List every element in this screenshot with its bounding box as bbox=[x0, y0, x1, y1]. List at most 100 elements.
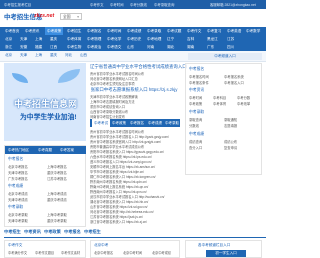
channel-entry-button[interactable]: 中考频道入口 bbox=[188, 52, 262, 60]
nav-item[interactable]: 中考数学 bbox=[246, 27, 260, 35]
nav-item[interactable]: 中考首页 bbox=[5, 27, 19, 35]
nav-item[interactable]: 天津 bbox=[20, 35, 27, 43]
right-link[interactable]: 复查申请 bbox=[224, 145, 237, 150]
left-box-tab[interactable]: 中考真题 bbox=[38, 146, 52, 154]
right-link[interactable]: 成绩公布 bbox=[224, 139, 237, 144]
left-link[interactable]: 天津中考成绩 bbox=[8, 197, 28, 202]
footer-bar-item[interactable]: 中考招生 bbox=[4, 229, 21, 235]
right-link[interactable]: 分数线 bbox=[189, 123, 199, 128]
left-box-tab[interactable]: 中考答案 bbox=[60, 146, 74, 154]
right-link[interactable]: 查分入口 bbox=[189, 145, 202, 150]
nav-item[interactable]: 河南 bbox=[147, 43, 154, 51]
left-link[interactable]: 上海中考录取 bbox=[47, 212, 67, 217]
nav-item[interactable]: 中考报名 bbox=[87, 27, 101, 35]
right-link[interactable]: 录取查询 bbox=[189, 117, 202, 122]
right-link[interactable]: 中考分数 bbox=[237, 95, 250, 100]
nav-item[interactable]: 中考时间 bbox=[107, 27, 121, 35]
left-link[interactable]: 重庆中考报名 bbox=[47, 170, 67, 175]
nav-item[interactable]: 四川 bbox=[227, 43, 234, 51]
right-link[interactable]: 志愿填报 bbox=[224, 123, 237, 128]
grade-one-entry-button[interactable]: 初一学生入口 bbox=[206, 250, 246, 257]
nav-item[interactable]: 湖北 bbox=[167, 43, 174, 51]
nav-item[interactable]: 中考资讯 bbox=[25, 27, 39, 35]
footer-link[interactable]: 中考作文素材 bbox=[61, 250, 80, 255]
nav-item[interactable]: 中考复习 bbox=[207, 27, 221, 35]
footer-bar-item[interactable]: 中考政策 bbox=[44, 229, 61, 235]
sub-nav-item[interactable]: 上海 bbox=[35, 53, 42, 58]
nav-item[interactable]: 上海 bbox=[35, 35, 42, 43]
left-link[interactable]: 江苏中考报名 bbox=[47, 176, 67, 181]
footer-link[interactable]: 中考满分作文 bbox=[8, 250, 27, 255]
tab[interactable]: 中考成绩 bbox=[148, 119, 162, 127]
nav-item[interactable]: 中考物理 bbox=[87, 35, 101, 43]
left-link[interactable]: 北京中考录取 bbox=[8, 212, 28, 217]
footer-link[interactable]: 北京中考成绩 bbox=[152, 250, 171, 255]
sub-nav-item[interactable]: 北京 bbox=[5, 53, 12, 58]
top-link-2[interactable]: 中考时间 bbox=[110, 2, 124, 7]
nav-item[interactable]: 中考语文 bbox=[107, 43, 121, 51]
nav-item[interactable]: 中考招生 bbox=[67, 27, 81, 35]
nav-item[interactable]: 中考试题 bbox=[167, 27, 181, 35]
right-link[interactable]: 中考报名时间 bbox=[189, 74, 209, 79]
footer-link[interactable]: 北京中考报名 bbox=[94, 250, 113, 255]
promo-banner[interactable]: 中考招生信息网 为中学生学业加油! bbox=[4, 63, 86, 141]
nav-item[interactable]: 浙江 bbox=[5, 43, 12, 51]
left-link[interactable]: 重庆中考录取 bbox=[47, 218, 67, 223]
left-link[interactable]: 上海中考报名 bbox=[47, 164, 67, 169]
nav-item[interactable]: 中考生物 bbox=[67, 43, 81, 51]
tab[interactable]: 中考录取 bbox=[165, 119, 179, 127]
nav-item[interactable]: 辽宁 bbox=[167, 35, 174, 43]
headline-1[interactable]: 辽宁省普通高中学业水平合格性考试成绩查询入口 bbox=[90, 64, 187, 70]
sub-nav-item[interactable]: 山西 bbox=[80, 53, 87, 58]
right-link[interactable]: 成绩查询 bbox=[189, 139, 202, 144]
right-link[interactable]: 中考政策 bbox=[189, 101, 202, 106]
sub-nav-item[interactable]: 重庆 bbox=[50, 53, 57, 58]
headline-2[interactable]: 张家口中考志愿填报系统入口 https://zj.s.zkjy bbox=[90, 87, 178, 93]
nav-item[interactable]: 重庆 bbox=[50, 35, 57, 43]
nav-item[interactable]: 中考录取 bbox=[147, 27, 161, 35]
left-link[interactable]: 北京中考报名 bbox=[8, 164, 28, 169]
footer-link[interactable]: 中考作文题目 bbox=[35, 250, 54, 255]
tab-active[interactable]: 中考考试 bbox=[92, 119, 110, 127]
left-link[interactable]: 天津中考报名 bbox=[8, 170, 28, 175]
left-link[interactable]: 重庆中考成绩 bbox=[47, 197, 67, 202]
right-link[interactable]: 中考报名系统 bbox=[224, 74, 244, 79]
right-link[interactable]: 中考改革 bbox=[237, 101, 250, 106]
nav-item[interactable]: 中考体育 bbox=[67, 35, 81, 43]
right-link[interactable]: 中考报名条件 bbox=[189, 80, 209, 85]
nav-item[interactable]: 江苏 bbox=[227, 35, 234, 43]
left-link[interactable]: 北京中考成绩 bbox=[8, 191, 28, 196]
nav-item[interactable]: 中考作文 bbox=[187, 27, 201, 35]
nav-item-active[interactable]: 中考政策 bbox=[45, 27, 64, 35]
top-link-3[interactable]: 中考分数线 bbox=[130, 2, 147, 7]
news-item[interactable]: 北京市中考考生须知及注意事项 bbox=[90, 81, 178, 86]
nav-item[interactable]: 中考政治 bbox=[87, 43, 101, 51]
right-link[interactable]: 中考体育 bbox=[213, 101, 226, 106]
left-link[interactable]: 天津中考录取 bbox=[8, 218, 28, 223]
nav-item[interactable]: 吉林 bbox=[187, 35, 194, 43]
nav-item[interactable]: 安徽 bbox=[20, 43, 27, 51]
nav-item[interactable]: 山东 bbox=[127, 43, 134, 51]
tab[interactable]: 中考报名 bbox=[130, 119, 144, 127]
nav-item[interactable]: 中考历史 bbox=[127, 35, 141, 43]
top-link-1[interactable]: 中考作文 bbox=[90, 2, 104, 7]
right-link[interactable]: 录取通知 bbox=[224, 117, 237, 122]
nav-item[interactable]: 北京 bbox=[5, 35, 12, 43]
left-link[interactable]: 上海中考成绩 bbox=[47, 191, 67, 196]
nav-item[interactable]: 黑龙江 bbox=[207, 35, 218, 43]
footer-bar-item[interactable]: 中考资讯 bbox=[24, 229, 41, 235]
sub-nav-item[interactable]: 河北 bbox=[65, 53, 72, 58]
footer-link[interactable]: 北京中考时间 bbox=[123, 250, 142, 255]
footer-bar-item[interactable]: 中考招生 bbox=[84, 229, 101, 235]
right-link[interactable]: 中考时间 bbox=[189, 95, 202, 100]
nav-item[interactable]: 广东 bbox=[207, 43, 214, 51]
left-box-tab[interactable]: 中考热门地区 bbox=[8, 146, 29, 154]
right-link[interactable]: 中考科目 bbox=[213, 95, 226, 100]
nav-item[interactable]: 中考化学 bbox=[107, 35, 121, 43]
contact-email[interactable]: 客服邮箱 2821@zhongkao.net bbox=[210, 2, 256, 7]
left-link[interactable]: 广东中考报名 bbox=[8, 176, 28, 181]
nav-item[interactable]: 湖南 bbox=[187, 43, 194, 51]
list-item[interactable]: 浙江省中考报名系统入口 https://zk.zj.cn/ bbox=[90, 219, 180, 224]
sub-nav-item[interactable]: 天津 bbox=[20, 53, 27, 58]
nav-item[interactable]: 福建 bbox=[35, 43, 42, 51]
